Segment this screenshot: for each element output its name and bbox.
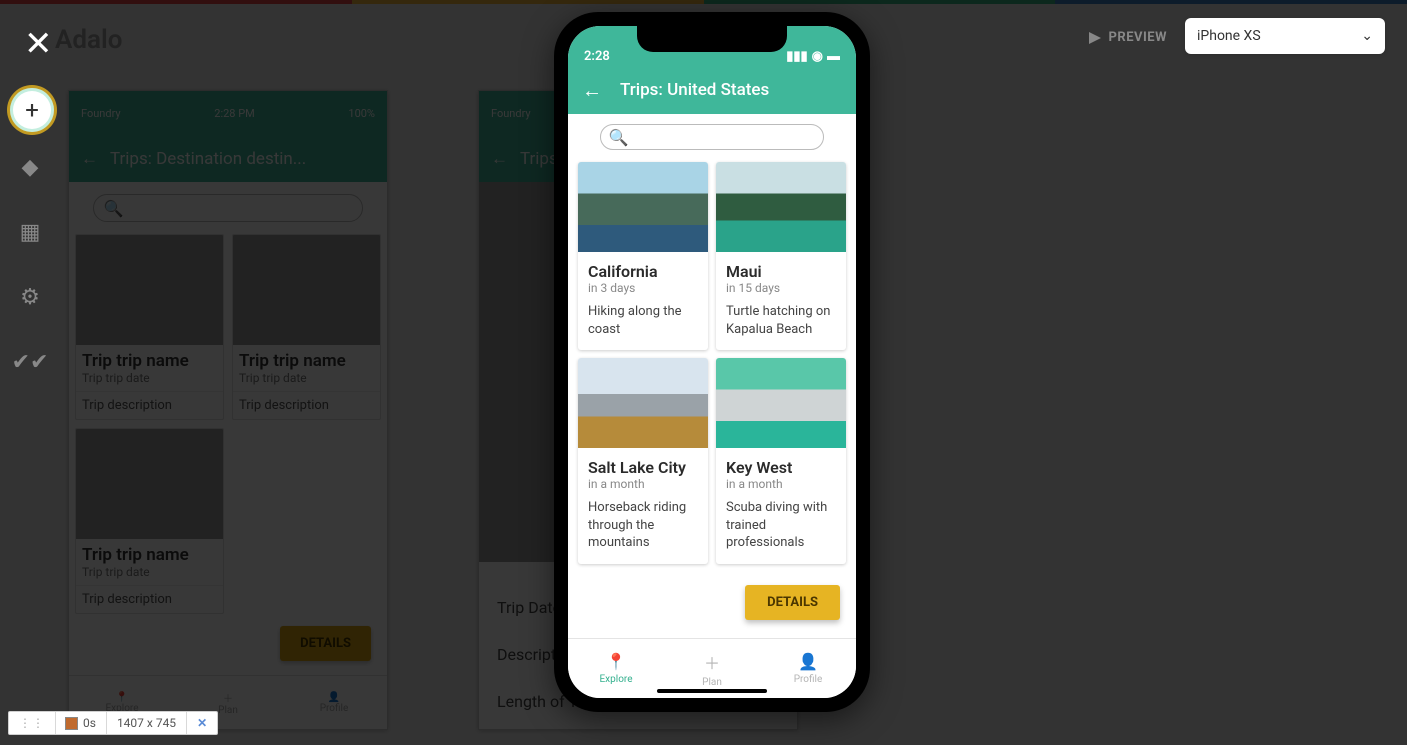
profile-icon: 👤 [798, 652, 818, 671]
explore-icon: 📍 [606, 652, 626, 671]
trip-card[interactable]: Salt Lake City in a month Horseback ridi… [578, 358, 708, 564]
trip-name: California [578, 252, 708, 281]
layers-icon[interactable]: ◆ [22, 155, 39, 180]
trip-date: in 3 days [578, 281, 708, 303]
tab-explore[interactable]: 📍 Explore [568, 639, 664, 698]
details-button[interactable]: DETAILS [745, 585, 840, 620]
device-select-value: iPhone XS [1197, 28, 1261, 44]
trip-photo [578, 358, 708, 448]
wifi-icon: ◉ [812, 49, 823, 64]
device-screen: 2:28 ▮▮▮ ◉ ▬ ← Trips: United States 🔍 Ca… [568, 26, 856, 698]
page-title: Trips: United States [620, 80, 769, 100]
device-select[interactable]: iPhone XS ⌄ [1185, 18, 1385, 54]
trip-name: Maui [716, 252, 846, 281]
publish-icon[interactable]: ✔✔ [12, 350, 49, 375]
preview-text: PREVIEW [1108, 30, 1167, 45]
chevron-down-icon: ⌄ [1361, 28, 1373, 44]
tab-label: Plan [702, 677, 722, 688]
preview-label[interactable]: PREVIEW [1089, 30, 1167, 45]
signal-icon: ▮▮▮ [786, 49, 807, 64]
plan-icon: ＋ [704, 650, 720, 674]
close-icon[interactable]: ✕ [24, 24, 53, 64]
trip-photo [716, 358, 846, 448]
battery-icon: ▬ [827, 48, 840, 64]
tab-profile[interactable]: 👤 Profile [760, 639, 856, 698]
trip-name: Salt Lake City [578, 448, 708, 477]
search-icon: 🔍 [609, 128, 629, 147]
trip-date: in a month [578, 477, 708, 499]
trip-photo [578, 162, 708, 252]
trip-date: in 15 days [716, 281, 846, 303]
app-bar: ← Trips: United States [568, 66, 856, 114]
trip-desc: Turtle hatching on Kapalua Beach [716, 303, 846, 350]
add-button[interactable]: + [10, 88, 54, 132]
brand-logo: Adalo [55, 25, 122, 55]
settings-icon[interactable]: ⚙ [20, 285, 40, 310]
trip-grid: California in 3 days Hiking along the co… [568, 162, 856, 564]
trip-date: in a month [716, 477, 846, 499]
play-icon [1089, 32, 1101, 44]
home-indicator [657, 689, 767, 693]
trip-photo [716, 162, 846, 252]
trip-desc: Hiking along the coast [578, 303, 708, 350]
grid-icon[interactable]: ▦ [20, 220, 41, 245]
tab-label: Profile [794, 674, 823, 685]
trip-desc: Horseback riding through the mountains [578, 499, 708, 564]
trip-card[interactable]: Key West in a month Scuba diving with tr… [716, 358, 846, 564]
viewport-dimensions: 1407 x 745 [117, 716, 176, 730]
plus-icon: + [25, 96, 39, 124]
recording-icon [66, 718, 77, 729]
drag-handle-icon[interactable]: ⋮⋮ [19, 716, 45, 730]
close-icon[interactable]: ✕ [197, 716, 207, 730]
trip-name: Key West [716, 448, 846, 477]
device-frame: 2:28 ▮▮▮ ◉ ▬ ← Trips: United States 🔍 Ca… [554, 12, 870, 712]
elapsed-time: 0s [83, 716, 96, 730]
device-notch [637, 26, 787, 52]
tab-label: Explore [600, 674, 633, 685]
back-arrow-icon[interactable]: ← [582, 78, 602, 103]
devtools-strip[interactable]: ⋮⋮ 0s 1407 x 745 ✕ [8, 711, 218, 735]
trip-card[interactable]: Maui in 15 days Turtle hatching on Kapal… [716, 162, 846, 350]
trip-desc: Scuba diving with trained professionals [716, 499, 846, 564]
trip-card[interactable]: California in 3 days Hiking along the co… [578, 162, 708, 350]
clock-label: 2:28 [584, 49, 610, 64]
search-input[interactable]: 🔍 [600, 124, 825, 150]
